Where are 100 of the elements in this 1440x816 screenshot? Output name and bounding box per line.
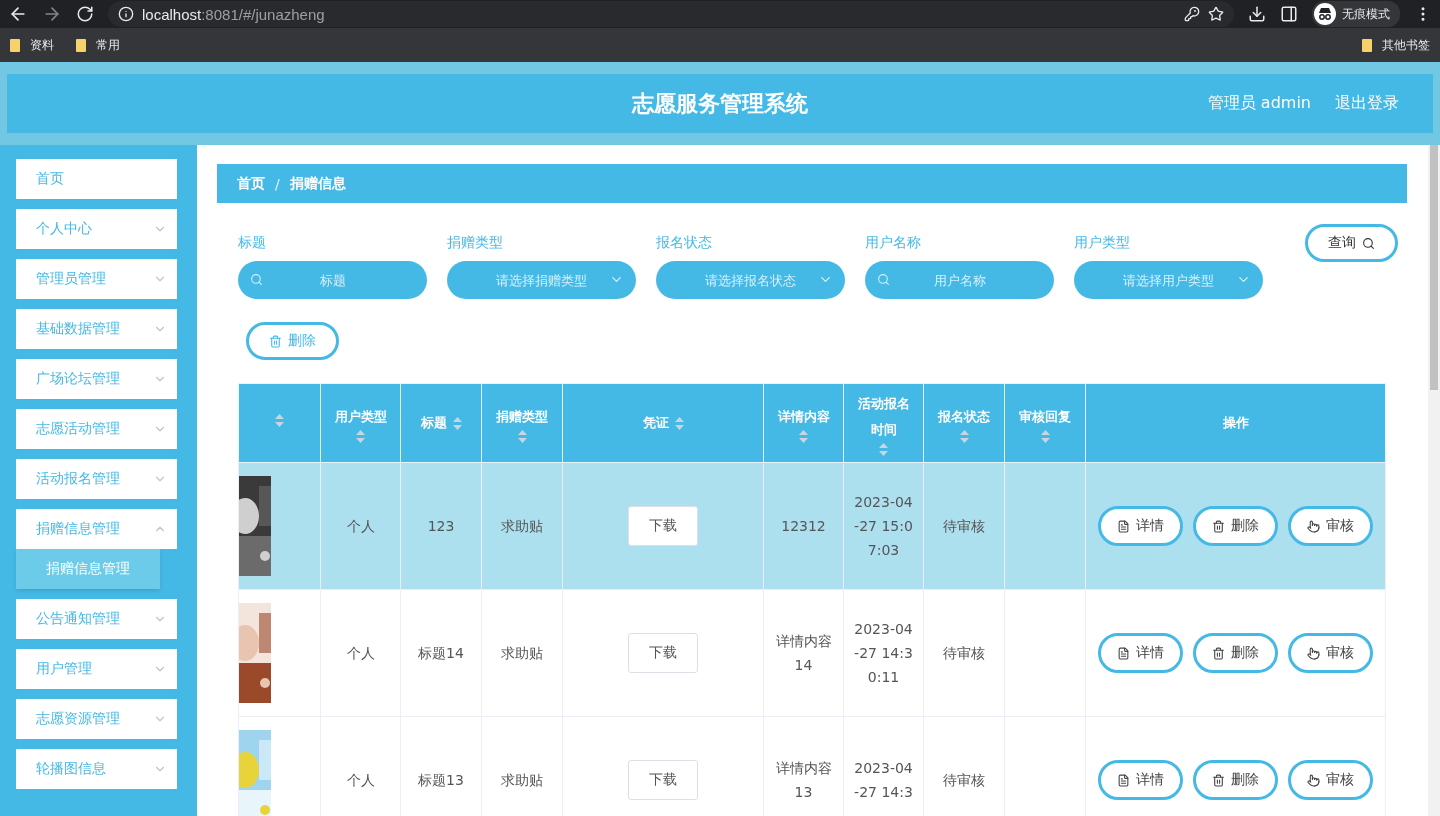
column-header[interactable]: 标题 <box>400 383 482 463</box>
trash-icon <box>1212 773 1225 787</box>
column-header[interactable]: 凭证 <box>562 383 764 463</box>
sort-icon[interactable] <box>959 429 969 443</box>
action-button[interactable]: 审核 <box>1288 633 1373 673</box>
pointer-hand-icon <box>1307 519 1320 533</box>
bookmark[interactable]: 资料 <box>10 36 54 54</box>
select-field[interactable]: 请选择报名状态 <box>656 261 845 299</box>
column-header[interactable]: 报名状态 <box>923 383 1005 463</box>
column-header[interactable]: 活动报名时间 <box>843 383 924 463</box>
download-button[interactable]: 下载 <box>628 506 698 546</box>
action-button[interactable]: 审核 <box>1288 506 1373 546</box>
document-icon <box>1117 646 1130 660</box>
sidebar-item[interactable]: 公告通知管理 <box>16 599 177 639</box>
sidebar-item[interactable]: 捐赠信息管理 <box>16 509 177 549</box>
breadcrumb-separator: / <box>275 175 280 192</box>
download-button[interactable]: 下载 <box>628 760 698 800</box>
action-button[interactable]: 删除 <box>1193 760 1278 800</box>
table-cell: 待审核 <box>923 589 1005 717</box>
action-button[interactable]: 审核 <box>1288 760 1373 800</box>
bookmark[interactable]: 其他书签 <box>1362 36 1430 54</box>
sidebar-item[interactable]: 轮播图信息 <box>16 749 177 789</box>
sort-icon[interactable] <box>799 429 808 443</box>
trash-icon <box>269 334 282 348</box>
table-row[interactable]: 个人 标题14 求助贴 下载 详情内容14 2023-04-27 14:30:11 待审核 详情 删除 审核 <box>238 589 1386 717</box>
search-field[interactable]: 标题 <box>238 261 427 299</box>
user-label: 管理员 admin <box>1207 93 1311 114</box>
info-icon[interactable] <box>118 6 134 22</box>
sidebar-item[interactable]: 个人中心 <box>16 209 177 249</box>
column-header[interactable]: 详情内容 <box>763 383 844 463</box>
address-bar[interactable]: localhost:8081/#/junazheng <box>108 1 1234 27</box>
filter-label: 用户名称 <box>865 234 922 252</box>
folder-icon <box>76 38 86 52</box>
filter-label: 报名状态 <box>656 234 713 252</box>
action-button[interactable]: 删除 <box>1193 633 1278 673</box>
download-icon[interactable] <box>1248 5 1266 23</box>
table-row[interactable]: 个人 标题13 求助贴 下载 详情内容13 2023-04-27 14:3 待审核 详情 删除 审核 <box>238 716 1386 816</box>
folder-icon <box>10 38 20 52</box>
sidebar-item[interactable]: 志愿活动管理 <box>16 409 177 449</box>
column-header[interactable]: 审核回复 <box>1004 383 1086 463</box>
search-icon <box>250 273 263 286</box>
table-cell: 标题14 <box>400 589 482 717</box>
action-button[interactable]: 详情 <box>1098 760 1183 800</box>
sidebar-item[interactable]: 首页 <box>16 159 177 199</box>
incognito-icon[interactable] <box>1314 3 1336 25</box>
app-title: 志愿服务管理系统 <box>632 89 808 118</box>
table-cell-text: 2023-04-27 14:3 <box>853 759 914 802</box>
table-cell: 个人 <box>320 589 401 717</box>
breadcrumb-link[interactable]: 捐赠信息 <box>289 174 346 193</box>
scrollbar[interactable] <box>1428 145 1440 816</box>
sidebar-item[interactable]: 管理员管理 <box>16 259 177 299</box>
scrollbar-thumb[interactable] <box>1430 145 1438 390</box>
table-cell-text: 2023-04-27 15:07:03 <box>853 493 914 560</box>
bookmark-star-icon[interactable] <box>1208 6 1224 22</box>
delete-button[interactable]: 删除 <box>246 322 339 360</box>
sidebar-item[interactable]: 用户管理 <box>16 649 177 689</box>
breadcrumb-link[interactable]: 首页 <box>237 174 265 193</box>
sidebar-subitem[interactable]: 捐赠信息管理 <box>16 549 160 589</box>
action-button[interactable]: 详情 <box>1098 633 1183 673</box>
search-icon <box>1362 236 1375 250</box>
column-header[interactable]: 用户类型 <box>320 383 401 463</box>
sidebar-item[interactable]: 基础数据管理 <box>16 309 177 349</box>
url-text: localhost:8081/#/junazheng <box>142 5 325 23</box>
document-icon <box>1117 519 1130 533</box>
select-field[interactable]: 请选择用户类型 <box>1074 261 1263 299</box>
table-cell-text: 12312 <box>781 517 826 536</box>
search-field[interactable]: 用户名称 <box>865 261 1054 299</box>
table-cell-text: 2023-04-27 14:30:11 <box>853 620 914 687</box>
table-row[interactable]: 个人 123 求助贴 下载 12312 2023-04-27 15:07:03 待审核 详情 删除 审核 <box>238 462 1386 590</box>
bookmark[interactable]: 常用 <box>76 36 120 54</box>
table-cell-text: 详情内容13 <box>774 759 833 802</box>
filter-label: 捐赠类型 <box>447 234 504 252</box>
column-header[interactable] <box>238 383 321 463</box>
sort-icon[interactable] <box>879 442 888 456</box>
profile-chip[interactable]: 无痕模式 <box>1312 1 1400 27</box>
filter-label: 用户类型 <box>1074 234 1131 252</box>
sort-icon[interactable] <box>1040 429 1050 443</box>
sort-icon[interactable] <box>275 414 284 427</box>
sidebar-item[interactable]: 活动报名管理 <box>16 459 177 499</box>
sidebar-item[interactable]: 广场论坛管理 <box>16 359 177 399</box>
table-cell-text: 详情内容14 <box>774 632 833 675</box>
download-button[interactable]: 下载 <box>628 633 698 673</box>
sidebar-item[interactable]: 志愿资源管理 <box>16 699 177 739</box>
table-cell: 123 <box>400 462 482 590</box>
logout-link[interactable]: 退出登录 <box>1335 93 1399 114</box>
action-button[interactable]: 删除 <box>1193 506 1278 546</box>
reload-icon[interactable] <box>76 5 94 23</box>
table-cell: 个人 <box>320 462 401 590</box>
side-panel-icon[interactable] <box>1280 5 1298 23</box>
sort-icon[interactable] <box>356 429 365 443</box>
sort-icon[interactable] <box>674 416 684 430</box>
column-header[interactable]: 捐赠类型 <box>481 383 563 463</box>
action-button[interactable]: 详情 <box>1098 506 1183 546</box>
table-cell: 求助贴 <box>481 462 563 590</box>
sort-icon[interactable] <box>517 429 527 443</box>
sort-icon[interactable] <box>452 416 462 430</box>
trash-icon <box>1212 519 1225 533</box>
key-icon[interactable] <box>1184 6 1200 22</box>
query-button[interactable]: 查询 <box>1305 224 1398 262</box>
select-field[interactable]: 请选择捐赠类型 <box>447 261 636 299</box>
